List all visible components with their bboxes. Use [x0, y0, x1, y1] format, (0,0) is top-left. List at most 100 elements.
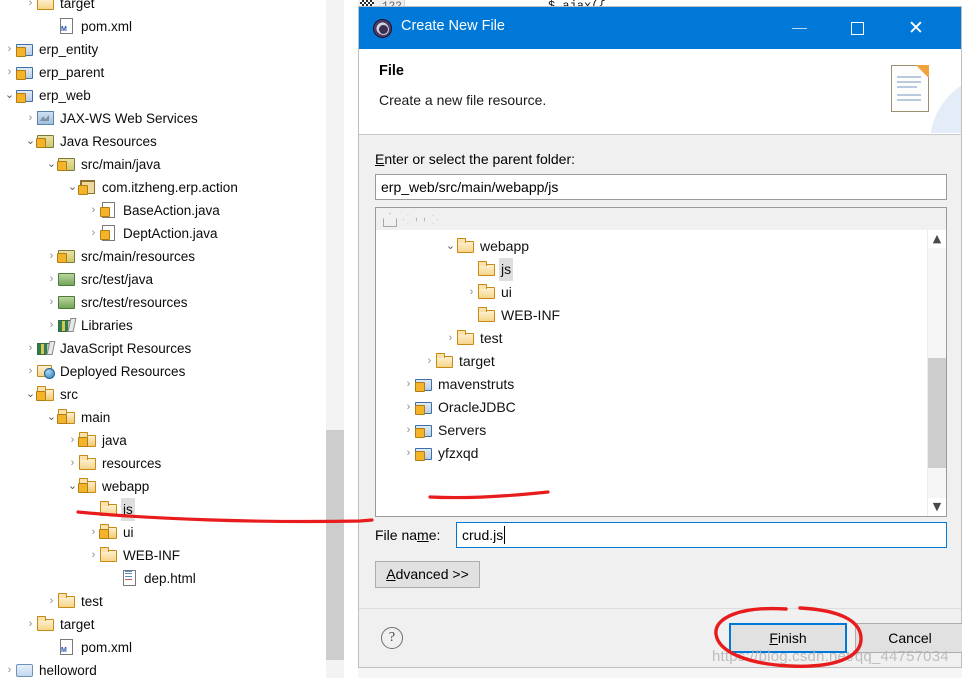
explorer-tree-item[interactable]: › resources [0, 451, 344, 474]
collapse-arrow-icon[interactable]: ⌄ [67, 176, 78, 199]
parent-folder-input[interactable] [375, 174, 947, 200]
expand-arrow-icon[interactable]: › [403, 373, 414, 396]
warning-badge [78, 185, 88, 195]
dialog-tree-item[interactable]: › OracleJDBC [376, 395, 928, 420]
expand-arrow-icon[interactable]: › [25, 337, 36, 360]
expand-arrow-icon[interactable]: › [403, 419, 414, 442]
dialog-tree-item[interactable]: › ui [376, 280, 928, 303]
expand-arrow-icon[interactable]: › [88, 199, 99, 222]
explorer-tree-item[interactable]: ⌄ src [0, 382, 344, 405]
scrollbar-thumb[interactable] [928, 358, 946, 468]
explorer-tree-item[interactable]: › JavaScript Resources [0, 336, 344, 359]
expand-arrow-icon[interactable]: › [403, 442, 414, 465]
scroll-up-icon[interactable]: ▲ [928, 230, 946, 248]
folder-tree-box[interactable]: ⌄webappjs›uiWEB-INF›test›target›mavenstr… [375, 207, 947, 517]
expand-arrow-icon[interactable]: › [4, 61, 15, 84]
explorer-tree-item[interactable]: › target [0, 612, 344, 635]
expand-arrow-icon[interactable]: › [67, 452, 78, 475]
expand-arrow-icon[interactable]: › [25, 360, 36, 383]
collapse-arrow-icon[interactable]: ⌄ [25, 383, 36, 406]
create-new-file-dialog[interactable]: Create New File ✕ File Create a new file… [358, 6, 962, 668]
expand-arrow-icon[interactable]: › [46, 314, 57, 337]
expand-arrow-icon[interactable]: › [25, 107, 36, 130]
folder-tree-toolbar[interactable] [376, 208, 946, 231]
expand-arrow-icon[interactable]: › [46, 268, 57, 291]
scroll-down-icon[interactable]: ▼ [928, 498, 946, 516]
explorer-tree-item[interactable]: dep.html [0, 566, 344, 589]
explorer-tree-item[interactable]: › DeptAction.java [0, 221, 344, 247]
explorer-tree-item[interactable]: › ui [0, 520, 344, 543]
expand-arrow-icon[interactable]: › [88, 544, 99, 567]
explorer-tree-item[interactable]: pom.xml [0, 635, 344, 662]
collapse-arrow-icon[interactable]: ⌄ [445, 235, 456, 258]
explorer-tree-item[interactable]: › src/test/java [0, 267, 344, 290]
expand-arrow-icon[interactable]: › [466, 281, 477, 304]
collapse-arrow-icon[interactable]: ⌄ [4, 84, 15, 107]
explorer-tree-item[interactable]: › java [0, 428, 344, 451]
explorer-tree-item[interactable]: › target [0, 0, 344, 14]
home-icon[interactable] [381, 211, 398, 227]
dialog-tree-item[interactable]: › target [376, 349, 928, 372]
folder-tree-list[interactable]: ⌄webappjs›uiWEB-INF›test›target›mavenstr… [376, 230, 928, 516]
expand-arrow-icon[interactable]: › [88, 222, 99, 245]
expand-arrow-icon[interactable]: › [424, 350, 435, 373]
expand-arrow-icon[interactable]: › [4, 38, 15, 61]
collapse-arrow-icon[interactable]: ⌄ [46, 406, 57, 429]
expand-arrow-icon[interactable]: › [67, 429, 78, 452]
explorer-tree-item[interactable]: › Libraries [0, 313, 344, 336]
expand-arrow-icon[interactable]: › [46, 291, 57, 314]
back-icon[interactable] [402, 211, 419, 227]
explorer-tree-item[interactable]: › erp_entity [0, 37, 344, 62]
explorer-tree-item[interactable]: › helloword [0, 658, 344, 678]
expand-arrow-icon[interactable]: › [445, 327, 456, 350]
dialog-tree-item[interactable]: › yfzxqd [376, 441, 928, 466]
expand-arrow-icon[interactable]: › [25, 0, 36, 15]
collapse-arrow-icon[interactable]: ⌄ [67, 475, 78, 498]
folder-tree-scrollbar[interactable]: ▲ ▼ [927, 230, 946, 516]
package-explorer-panel[interactable]: ›targetpom.xml›erp_entity›erp_parent⌄erp… [0, 0, 344, 678]
explorer-tree-item[interactable]: ⌄ Java Resources [0, 129, 344, 152]
dialog-tree-item[interactable]: WEB-INF [376, 303, 928, 326]
expand-arrow-icon[interactable]: › [88, 521, 99, 544]
expand-arrow-icon[interactable]: › [25, 613, 36, 636]
explorer-tree-item[interactable]: ⌄ src/main/java [0, 152, 344, 175]
expand-arrow-icon[interactable]: › [4, 659, 15, 678]
expand-arrow-icon[interactable]: › [46, 590, 57, 613]
explorer-tree-item[interactable]: › src/main/resources [0, 244, 344, 267]
dialog-tree-item[interactable]: › test [376, 326, 928, 349]
dialog-tree-item[interactable]: ⌄ webapp [376, 234, 928, 257]
help-icon[interactable]: ? [381, 627, 403, 649]
close-button[interactable]: ✕ [893, 7, 939, 49]
dialog-title-bar[interactable]: Create New File ✕ [359, 7, 961, 49]
explorer-item-label: src/main/resources [81, 248, 196, 264]
dialog-tree-item[interactable]: › mavenstruts [376, 372, 928, 397]
explorer-tree-item[interactable]: › BaseAction.java [0, 198, 344, 224]
plain-icon [15, 661, 33, 677]
explorer-tree-item[interactable]: › test [0, 589, 344, 612]
explorer-scrollbar-thumb[interactable] [326, 430, 344, 660]
explorer-tree-item[interactable]: › src/test/resources [0, 290, 344, 313]
explorer-tree-item[interactable]: › JAX-WS Web Services [0, 106, 344, 129]
dialog-tree-item[interactable]: › Servers [376, 418, 928, 443]
explorer-tree-item[interactable]: ⌄ main [0, 405, 344, 428]
explorer-tree-item[interactable]: ⌄ webapp [0, 474, 344, 497]
maximize-button[interactable] [835, 7, 881, 49]
explorer-tree-item[interactable]: js [0, 497, 344, 521]
explorer-tree-item[interactable]: ⌄ com.itzheng.erp.action [0, 175, 344, 198]
advanced-button[interactable]: Advanced >> [375, 561, 480, 588]
explorer-tree-item[interactable]: › WEB-INF [0, 543, 344, 566]
expand-arrow-icon[interactable]: › [46, 245, 57, 268]
collapse-arrow-icon[interactable]: ⌄ [25, 130, 36, 153]
expand-arrow-icon[interactable]: › [403, 396, 414, 419]
minimize-button[interactable] [777, 7, 823, 49]
collapse-arrow-icon[interactable]: ⌄ [46, 153, 57, 176]
dialog-tree-item[interactable]: js [376, 257, 928, 281]
explorer-tree-item[interactable]: › Deployed Resources [0, 359, 344, 382]
forward-icon[interactable] [423, 211, 440, 227]
explorer-tree-item[interactable]: ⌄ erp_web [0, 83, 344, 108]
dialog-tree-item-label: ui [501, 283, 512, 300]
explorer-tree-item[interactable]: pom.xml [0, 14, 344, 41]
package-explorer-tree[interactable]: ›targetpom.xml›erp_entity›erp_parent⌄erp… [0, 0, 344, 678]
file-name-input[interactable] [456, 522, 947, 548]
explorer-tree-item[interactable]: › erp_parent [0, 60, 344, 85]
